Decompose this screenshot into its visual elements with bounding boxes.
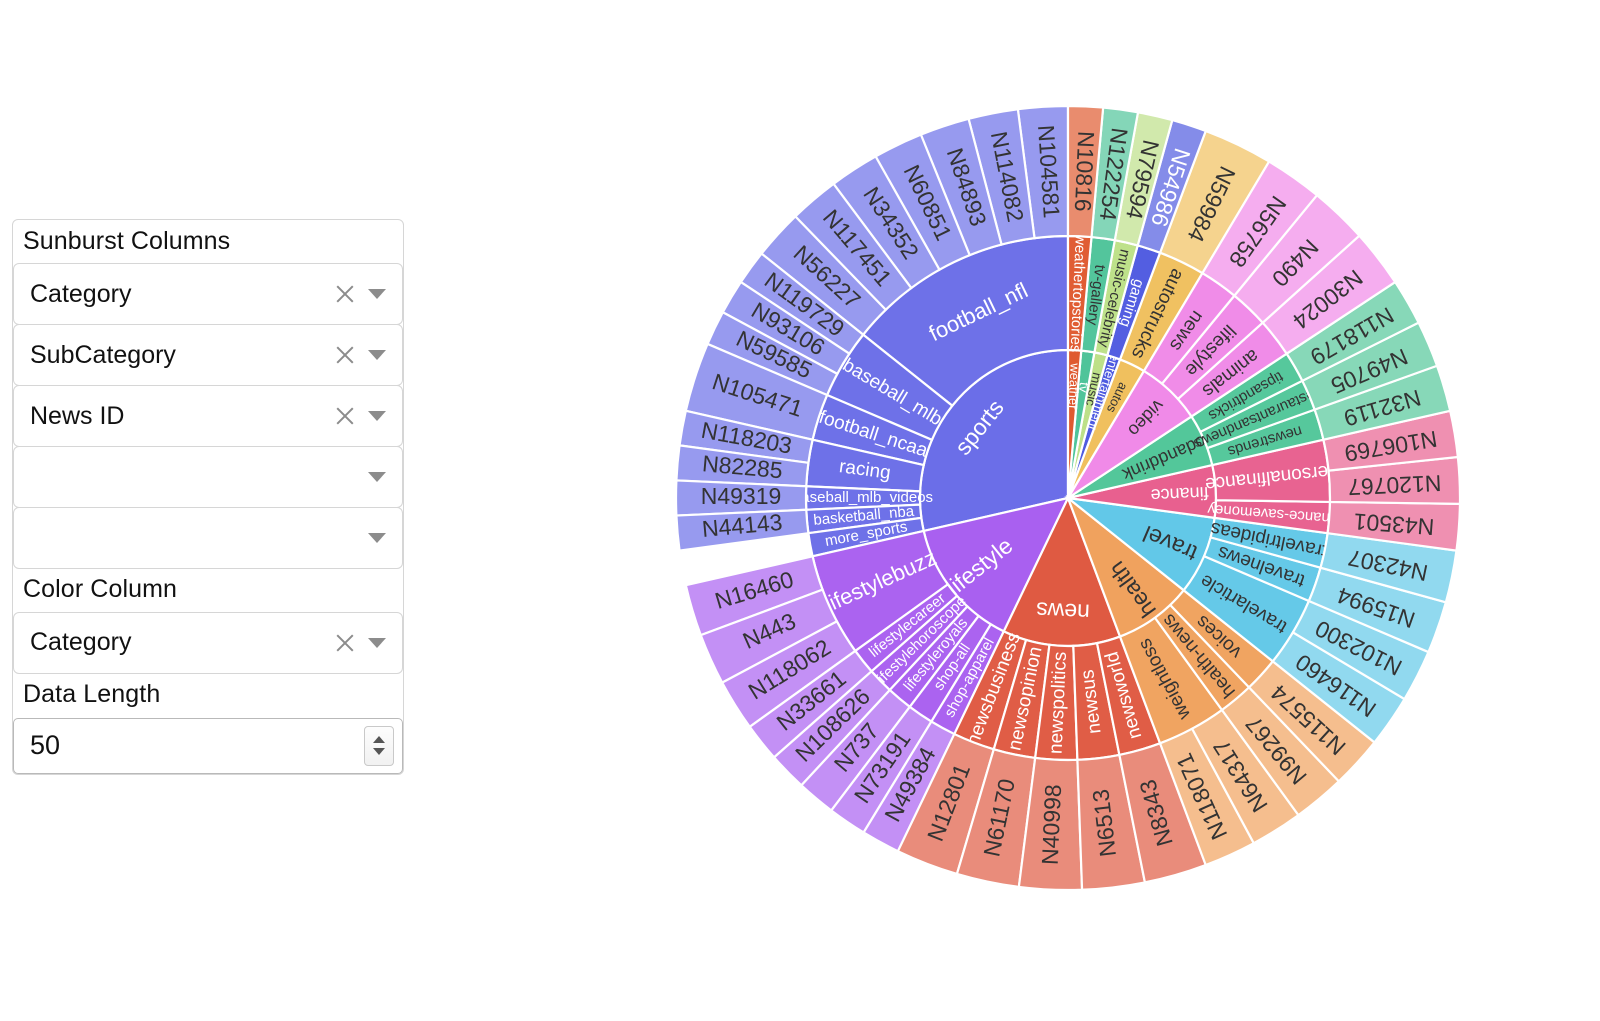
chevron-down-icon[interactable] (368, 411, 386, 422)
sunburst-column-3-select[interactable]: News ID (13, 385, 403, 448)
sunburst-column-2-select[interactable]: SubCategory (13, 324, 403, 387)
sunburst-svg: sportsfootball_nflN104581N114082N84893N6… (674, 104, 1462, 892)
quantity-stepper[interactable] (364, 725, 394, 766)
color-column-value: Category (30, 628, 132, 656)
color-column-select[interactable]: Category (13, 611, 403, 674)
sunburst-column-2-value: SubCategory (30, 340, 176, 369)
controls-sidebar: Sunburst Columns Category SubCategory Ne… (12, 219, 404, 775)
sunburst-column-3-value: News ID (30, 401, 125, 430)
sunburst-column-1-value: Category (30, 279, 132, 308)
data-length-input[interactable]: 50 (13, 717, 403, 774)
sunburst-column-5-select[interactable] (13, 507, 403, 570)
clear-icon[interactable] (332, 342, 358, 368)
sunburst-columns-label: Sunburst Columns (23, 227, 231, 255)
data-length-label: Data Length (23, 679, 161, 708)
chevron-down-icon[interactable] (368, 637, 386, 648)
clear-icon[interactable] (332, 403, 358, 429)
color-column-label: Color Column (23, 575, 178, 604)
sunburst-column-4-select[interactable] (13, 446, 403, 509)
data-length-value: 50 (30, 730, 61, 761)
chevron-down-icon[interactable] (368, 533, 386, 544)
clear-icon[interactable] (332, 281, 358, 307)
sunburst-chart: sports football_nfl N104581 N114082 N84893 N6… (560, 0, 1600, 1021)
chevron-down-icon[interactable] (368, 472, 386, 483)
sunburst-column-1-select[interactable]: Category (13, 263, 403, 326)
chevron-down-icon[interactable] (368, 289, 386, 300)
sunburst-columns-group: Sunburst Columns Category SubCategory Ne… (12, 219, 404, 775)
sunburst-explorer-page: Sunburst Columns Category SubCategory Ne… (0, 0, 1600, 1021)
chevron-down-icon[interactable] (368, 350, 386, 361)
sunburst-segment-newsid[interactable] (675, 508, 810, 552)
clear-icon[interactable] (332, 630, 358, 656)
